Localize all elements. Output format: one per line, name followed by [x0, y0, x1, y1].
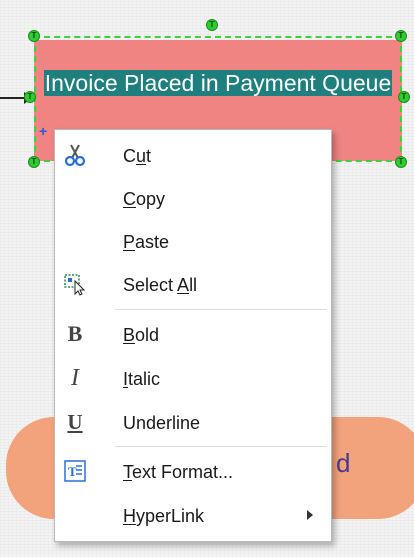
underline-icon: U — [67, 409, 83, 434]
scissors-icon — [61, 143, 89, 167]
menu-separator — [115, 446, 327, 447]
menu-item-label: Copy — [123, 189, 166, 209]
resize-handle-left[interactable]: T — [24, 91, 36, 103]
diagram-canvas[interactable]: Invoice Placed in Payment Queue T T T T … — [0, 0, 414, 557]
text-format-icon: T — [61, 459, 89, 483]
menu-item-text-format[interactable]: T Text Format... — [55, 451, 331, 491]
resize-handle-top-right[interactable]: T — [395, 30, 407, 42]
lower-shape-text[interactable]: d — [336, 448, 350, 479]
resize-handle-bottom-right[interactable]: T — [395, 156, 407, 168]
menu-item-underline[interactable]: U Underline — [55, 402, 331, 442]
menu-item-label: HyperLink — [123, 506, 205, 526]
menu-item-label: Bold — [123, 325, 160, 345]
menu-item-select-all[interactable]: Select All — [55, 264, 331, 304]
italic-icon: I — [71, 364, 79, 391]
resize-handle-top-left[interactable]: T — [28, 30, 40, 42]
menu-item-copy[interactable]: Copy — [55, 178, 331, 218]
menu-item-label: Select All — [123, 275, 198, 295]
menu-item-paste[interactable]: Paste — [55, 221, 331, 261]
bold-icon: B — [67, 321, 83, 346]
menu-item-label: Text Format... — [123, 462, 234, 482]
menu-item-label: Cut — [123, 146, 152, 166]
connector-line[interactable] — [0, 97, 26, 99]
menu-item-italic[interactable]: I Italic — [55, 358, 331, 398]
anchor-plus-icon[interactable]: + — [39, 123, 47, 139]
menu-separator — [115, 309, 327, 310]
select-all-icon — [61, 272, 89, 296]
context-menu: Cut Copy Paste Select All B Bold I Itali… — [54, 129, 332, 542]
submenu-arrow-icon — [307, 510, 313, 520]
resize-handle-top[interactable]: T — [206, 19, 218, 31]
svg-text:T: T — [68, 464, 77, 479]
menu-item-label: Paste — [123, 232, 170, 252]
resize-handle-right[interactable]: T — [398, 91, 410, 103]
menu-item-label: Underline — [123, 413, 201, 433]
menu-item-label: Italic — [123, 369, 161, 389]
menu-item-cut[interactable]: Cut — [55, 135, 331, 175]
menu-item-bold[interactable]: B Bold — [55, 314, 331, 354]
menu-item-hyperlink[interactable]: HyperLink — [55, 495, 331, 535]
resize-handle-bottom-left[interactable]: T — [28, 156, 40, 168]
